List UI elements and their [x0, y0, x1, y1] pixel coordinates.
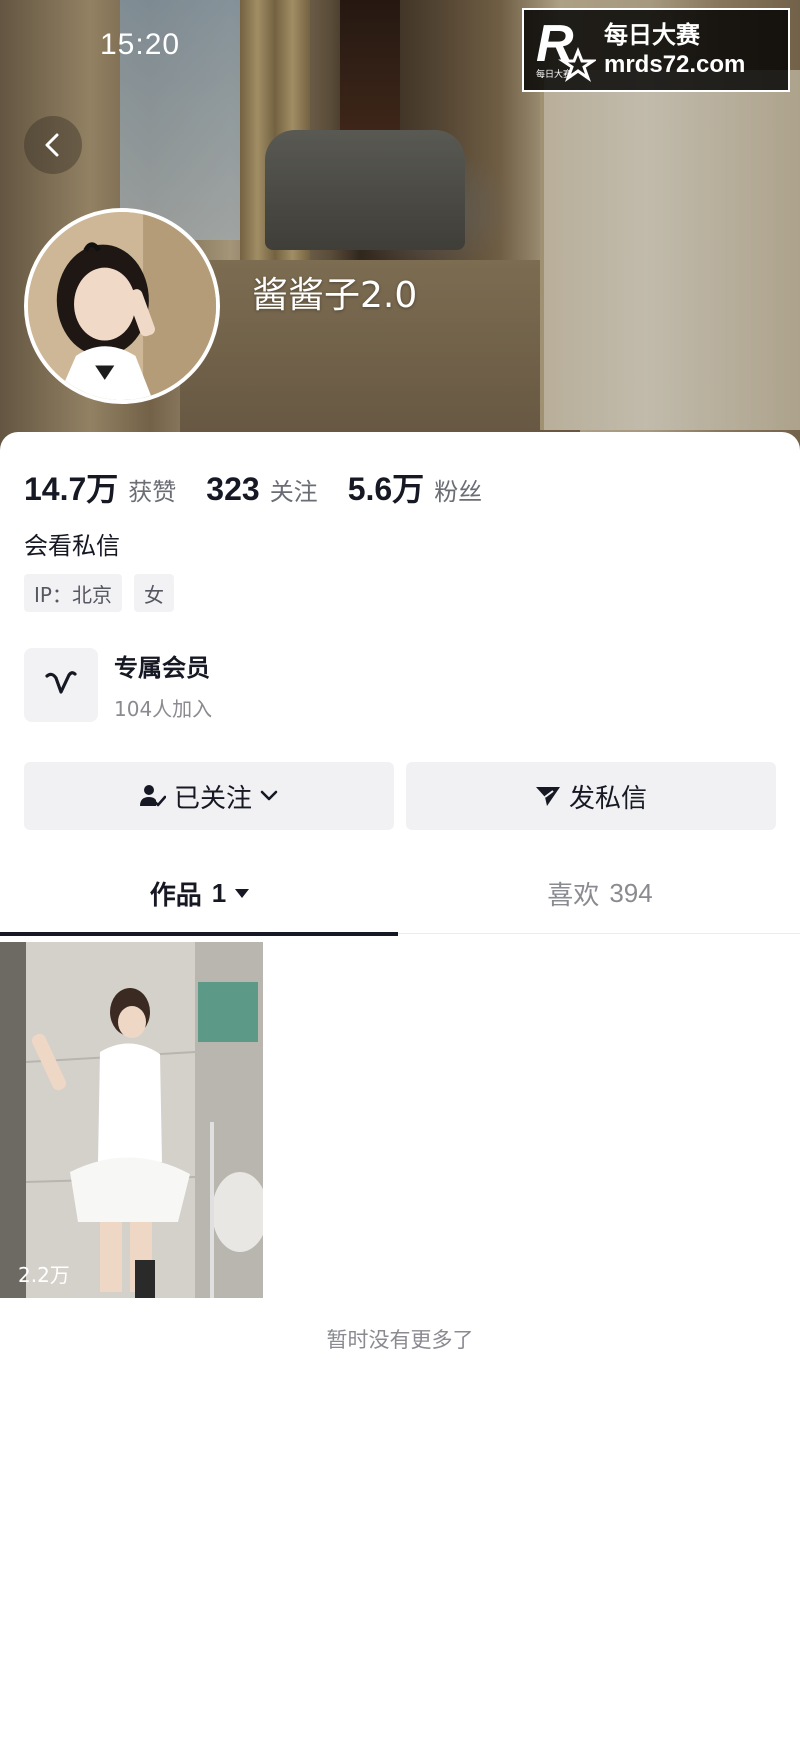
video-thumbnail-image	[0, 942, 263, 1298]
watermark-title: 每日大赛	[604, 21, 700, 49]
send-message-button[interactable]: 发私信	[406, 762, 776, 830]
status-time: 15:20	[100, 28, 181, 61]
watermark-url: mrds72.com	[604, 51, 746, 78]
tab-likes[interactable]: 喜欢 394	[400, 852, 800, 934]
profile-tags: IP：北京 女	[24, 574, 186, 612]
send-message-label: 发私信	[568, 783, 647, 814]
profile-card: 14.7万 获赞 323 关注 5.6万 粉丝 会看私信 IP：北京 女 专属会…	[0, 432, 800, 1744]
video-thumbnail[interactable]: 2.2万	[0, 942, 263, 1298]
content-tabs: 作品 1 喜欢 394	[0, 852, 800, 936]
member-subtitle: 104人加入	[114, 697, 213, 721]
following-button[interactable]: 已关注	[24, 762, 394, 830]
profile-stats: 14.7万 获赞 323 关注 5.6万 粉丝	[24, 464, 512, 510]
profile-bio: 会看私信	[24, 532, 120, 560]
stat-value: 14.7万	[24, 471, 119, 507]
video-grid: 2.2万	[0, 942, 263, 1298]
tab-works-label: 作品	[149, 880, 202, 911]
send-icon	[535, 784, 561, 808]
tag-gender: 女	[133, 574, 174, 612]
stat-following[interactable]: 323 关注	[206, 471, 317, 508]
stat-label: 获赞	[128, 478, 177, 506]
avatar-image	[28, 212, 216, 400]
tab-likes-label: 喜欢	[547, 880, 600, 911]
watermark-logo: R 每日大赛	[534, 15, 598, 83]
stat-likes[interactable]: 14.7万 获赞	[24, 464, 176, 510]
stat-value: 5.6万	[347, 471, 425, 507]
svg-text:每日大赛: 每日大赛	[536, 68, 572, 80]
tag-ip-location: IP：北京	[24, 574, 122, 612]
back-button[interactable]	[24, 116, 82, 174]
stat-value: 323	[206, 471, 260, 507]
stat-followers[interactable]: 5.6万 粉丝	[348, 464, 483, 510]
follow-check-icon	[139, 784, 166, 808]
site-watermark: R 每日大赛 每日大赛 mrds72.com	[522, 8, 790, 92]
tab-likes-count: 394	[609, 877, 653, 908]
chevron-down-icon	[260, 790, 278, 802]
nickname: 酱酱子2.0	[252, 275, 418, 316]
following-label: 已关注	[173, 783, 252, 814]
tab-works[interactable]: 作品 1	[0, 852, 400, 936]
profile-actions: 已关注 发私信	[24, 762, 776, 830]
member-title: 专属会员	[114, 654, 210, 682]
exclusive-membership[interactable]: 专属会员 104人加入	[24, 648, 212, 722]
video-likes: 2.2万	[8, 1259, 70, 1288]
avatar[interactable]	[24, 208, 220, 404]
tab-works-count: 1	[211, 877, 227, 908]
member-v-icon	[24, 648, 98, 722]
no-more-content: 暂时没有更多了	[326, 1328, 474, 1352]
back-icon	[45, 133, 59, 157]
stat-label: 关注	[269, 478, 318, 506]
stat-label: 粉丝	[434, 478, 483, 506]
caret-down-icon	[234, 887, 250, 899]
active-tab-indicator	[0, 932, 398, 936]
